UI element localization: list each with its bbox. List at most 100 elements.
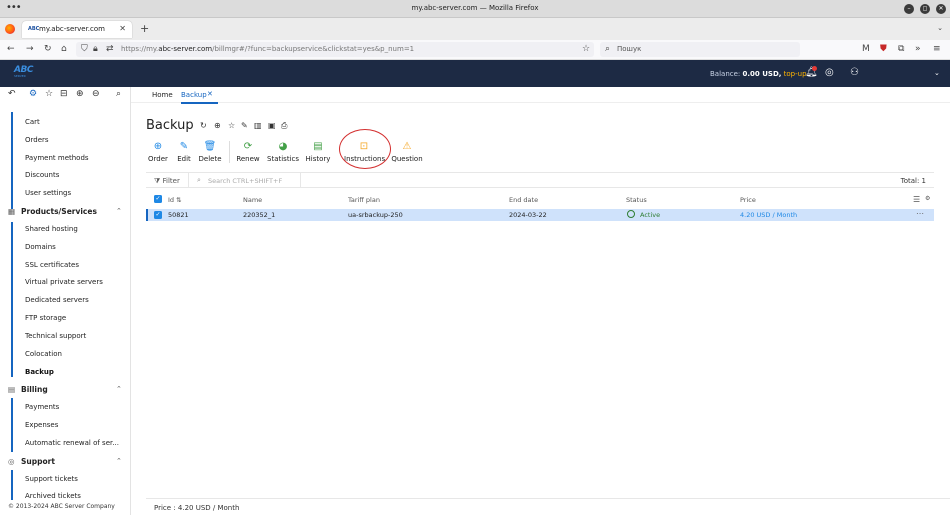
support-headset-icon[interactable]: ◎ <box>825 67 834 78</box>
url-bar[interactable]: ⛉ 🔒︎ ⇄ https://my.abc-server.com/billmgr… <box>76 42 594 57</box>
sidebar-item-payment-methods[interactable]: Payment methods <box>25 154 89 162</box>
table-search-input[interactable]: ⌕ Search CTRL+SHIFT+F <box>188 173 301 188</box>
browser-search-bar[interactable]: ⌕ Пошук <box>600 42 800 57</box>
cell-id: 50821 <box>168 211 189 219</box>
question-button[interactable]: ⚠ Question <box>387 140 427 163</box>
sidebar-item-ftp-storage[interactable]: FTP storage <box>25 314 66 322</box>
favorite-star-icon[interactable]: ☆ <box>228 121 235 130</box>
globe-icon[interactable]: ⊕ <box>214 121 221 130</box>
chevron-up-icon[interactable]: ⌃ <box>116 207 122 215</box>
forward-icon[interactable]: → <box>26 44 34 54</box>
columns-icon[interactable]: ▥ <box>254 121 262 130</box>
back-icon[interactable]: ← <box>7 44 15 54</box>
tab-backup[interactable]: Backup <box>181 91 207 99</box>
tab-home[interactable]: Home <box>152 91 173 99</box>
chevron-up-icon[interactable]: ⌃ <box>116 385 122 393</box>
table-footer: Price : 4.20 USD / Month <box>146 498 950 515</box>
sidebar-item-discounts[interactable]: Discounts <box>25 171 59 179</box>
extensions-puzzle-icon[interactable]: ⧉ <box>898 44 904 54</box>
close-tab-backup-icon[interactable]: ✕ <box>207 90 213 98</box>
lock-icon[interactable]: 🔒︎ <box>93 44 98 54</box>
pie-chart-icon: ◕ <box>278 141 288 152</box>
extension-shield-icon[interactable]: ⛊ <box>880 44 887 54</box>
home-icon[interactable]: ⌂ <box>61 44 67 54</box>
sidebar-item-ssl-certificates[interactable]: SSL certificates <box>25 261 79 269</box>
statistics-button[interactable]: ◕ Statistics <box>263 140 303 163</box>
renew-button[interactable]: ⟳ Renew <box>228 140 268 163</box>
shield-icon[interactable]: ⛉ <box>81 44 88 54</box>
permissions-icon[interactable]: ⇄ <box>106 44 114 54</box>
sidebar-item-domains[interactable]: Domains <box>25 243 56 251</box>
account-chevron-icon[interactable]: ⌄ <box>934 69 940 77</box>
question-button-label: Question <box>391 155 423 163</box>
filter-button[interactable]: ⧩ Filter <box>154 177 180 186</box>
close-window-icon[interactable]: ✕ <box>936 4 946 14</box>
sidebar-search-icon[interactable]: ⌕ <box>116 89 121 99</box>
gmail-icon[interactable]: M <box>862 44 870 54</box>
hamburger-menu-icon[interactable]: ≡ <box>933 44 941 54</box>
sidebar-item-colocation[interactable]: Colocation <box>25 350 62 358</box>
menu-tree-icon[interactable]: ⚙ <box>29 89 37 99</box>
sidebar-item-user-settings[interactable]: User settings <box>25 189 71 197</box>
column-header-name[interactable]: Name <box>243 196 262 204</box>
pin-icon[interactable]: ✎ <box>241 121 248 130</box>
sidebar-group-support[interactable]: ◎ Support <box>8 457 55 466</box>
browser-tab[interactable]: ABC my.abc-server.com ✕ <box>22 21 132 38</box>
sidebar-item-support-tickets[interactable]: Support tickets <box>25 475 78 483</box>
sidebar-item-cart[interactable]: Cart <box>25 118 40 126</box>
cell-price[interactable]: 4.20 USD / Month <box>740 211 797 219</box>
column-header-tariff-plan[interactable]: Tariff plan <box>348 196 380 204</box>
sidebar-item-expenses[interactable]: Expenses <box>25 421 58 429</box>
abc-server-logo[interactable]: ABC SERVER <box>14 65 42 81</box>
reload-icon[interactable]: ↻ <box>44 44 52 54</box>
collapse-all-icon[interactable]: ⊖ <box>92 89 100 99</box>
close-tab-icon[interactable]: ✕ <box>119 24 126 33</box>
refresh-icon[interactable]: ↻ <box>200 121 207 130</box>
column-settings-icon[interactable]: ☰ <box>913 195 920 204</box>
tab-list-chevron-icon[interactable]: ⌄ <box>937 24 943 32</box>
app-header: ABC SERVER Balance: 0.00 USD, top-up 🔔︎ … <box>0 60 950 87</box>
cell-tariff-plan: ua-srbackup-250 <box>348 211 403 219</box>
delete-button[interactable]: 🗑︎ Delete <box>190 140 230 163</box>
sidebar-item-technical-support[interactable]: Technical support <box>25 332 86 340</box>
maximize-icon[interactable]: ◻ <box>920 4 930 14</box>
sidebar-item-backup[interactable]: Backup <box>25 368 54 376</box>
user-account-icon[interactable]: ⚇ <box>850 67 859 78</box>
favorites-star-icon[interactable]: ☆ <box>45 89 53 99</box>
sidebar-item-payments[interactable]: Payments <box>25 403 59 411</box>
chevron-up-icon[interactable]: ⌃ <box>116 457 122 465</box>
new-tab-icon[interactable]: + <box>140 22 149 35</box>
select-all-checkbox[interactable]: ✓ <box>154 195 162 203</box>
minimize-icon[interactable]: – <box>904 4 914 14</box>
export-icon[interactable]: ▣ <box>268 121 276 130</box>
sidebar-item-archived-tickets[interactable]: Archived tickets <box>25 492 81 500</box>
sidebar-item-auto-renewal[interactable]: Automatic renewal of ser... <box>25 439 119 447</box>
briefcase-icon[interactable]: ⊟ <box>60 89 68 99</box>
sidebar-item-vps[interactable]: Virtual private servers <box>25 278 103 286</box>
overflow-chevrons-icon[interactable]: » <box>915 44 921 54</box>
row-checkbox[interactable]: ✓ <box>154 211 162 219</box>
history-button[interactable]: ▤ History <box>298 140 338 163</box>
sidebar-group-products-services[interactable]: ▦ Products/Services <box>8 207 97 216</box>
column-header-price[interactable]: Price <box>740 196 756 204</box>
table-settings-gear-icon[interactable]: ⚙ <box>925 195 930 202</box>
column-header-id[interactable]: Id ⇅ <box>168 196 182 204</box>
sidebar-section-line <box>11 470 13 500</box>
history-button-label: History <box>305 155 331 163</box>
sidebar-item-shared-hosting[interactable]: Shared hosting <box>25 225 78 233</box>
topup-link[interactable]: top-up <box>784 70 807 78</box>
search-icon: ⌕ <box>605 44 611 54</box>
page-title: Backup <box>146 118 194 133</box>
column-header-status[interactable]: Status <box>626 196 647 204</box>
collapse-back-icon[interactable]: ↶ <box>8 89 16 99</box>
column-header-end-date[interactable]: End date <box>509 196 538 204</box>
sidebar-item-orders[interactable]: Orders <box>25 136 49 144</box>
row-selected-indicator <box>146 209 148 221</box>
expand-all-icon[interactable]: ⊕ <box>76 89 84 99</box>
row-actions-more-icon[interactable]: ⋯ <box>916 209 924 218</box>
bookmark-star-icon[interactable]: ☆ <box>582 44 590 54</box>
sidebar-item-dedicated-servers[interactable]: Dedicated servers <box>25 296 89 304</box>
sidebar-group-billing[interactable]: ▤ Billing <box>8 385 48 394</box>
table-row[interactable]: ✓ 50821 220352_1 ua-srbackup-250 2024-03… <box>146 209 934 221</box>
print-icon[interactable]: ⎙ <box>281 121 287 131</box>
